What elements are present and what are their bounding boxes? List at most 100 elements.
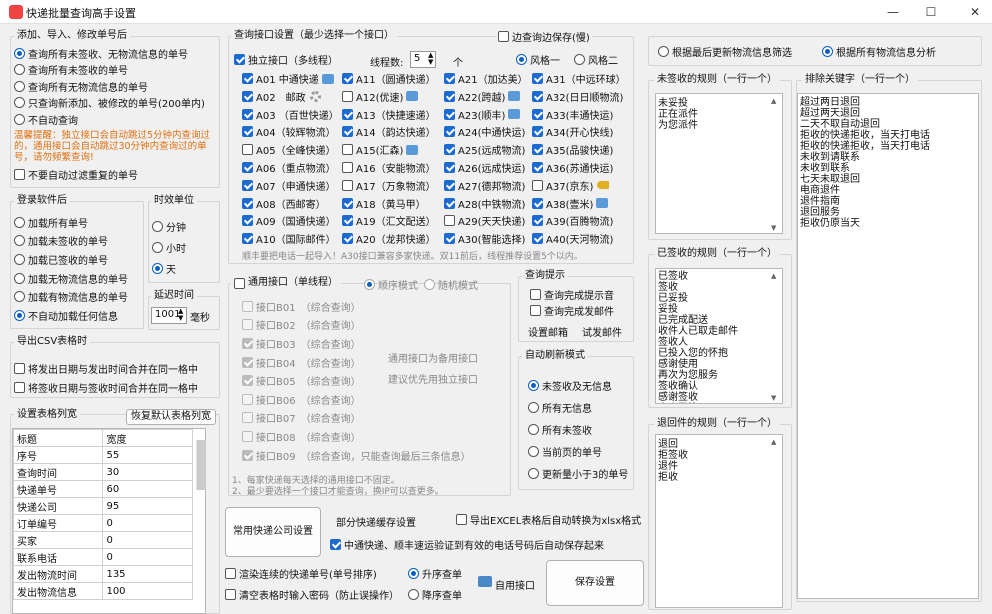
import-option[interactable]: 查询所有无物流信息的单号 <box>14 78 205 95</box>
width-cell[interactable]: 100 <box>102 582 193 600</box>
refresh-option[interactable]: 当前页的单号 <box>528 440 628 462</box>
login-option[interactable]: 加载未签收的单号 <box>14 232 128 251</box>
carrier-option[interactable]: A39(百腾物流) <box>532 212 613 229</box>
carrier-option[interactable]: A03 （百世快递） <box>242 106 339 123</box>
carrier-option[interactable]: A31（中远环球） <box>532 70 626 87</box>
checkbox[interactable] <box>530 305 541 316</box>
general-api-checkbox[interactable]: 通用接口（单线程） <box>231 276 341 290</box>
table-row[interactable]: 快递单号 60 <box>13 480 193 498</box>
carrier-option[interactable]: A11（圆通快递） <box>342 70 436 87</box>
radio[interactable] <box>14 47 25 59</box>
checkbox[interactable] <box>242 73 253 84</box>
import-option[interactable]: 不自动查询 <box>14 111 205 128</box>
checkbox[interactable] <box>242 356 253 368</box>
excel-convert-checkbox[interactable]: 导出EXCEL表格后自动转换为xlsx格式 <box>456 511 641 528</box>
gear-icon[interactable] <box>309 90 321 102</box>
desc-radio[interactable]: 降序查单 <box>408 586 462 603</box>
maximize-button[interactable]: ☐ <box>918 2 944 22</box>
checkbox[interactable] <box>242 126 253 138</box>
checkbox[interactable] <box>234 54 245 65</box>
checkbox[interactable] <box>242 233 253 245</box>
checkbox[interactable] <box>342 108 353 120</box>
signed-rules-textarea[interactable]: 已签收 签收 已妥投 妥投 已完成配送 收件人已取走邮件 签收人 已投入您的怀抱… <box>655 268 783 404</box>
save-button[interactable]: 保存设置 <box>546 560 644 606</box>
checkbox[interactable] <box>532 73 543 84</box>
radio[interactable] <box>152 263 163 274</box>
radio[interactable] <box>14 113 25 125</box>
checkbox[interactable] <box>242 162 253 173</box>
checkbox[interactable] <box>342 144 353 156</box>
cache-phone-checkbox[interactable]: 中通快递、顺丰速运验证到有效的电话号码后自动保存起来 <box>330 536 604 553</box>
checkbox[interactable] <box>532 162 543 173</box>
returned-rules-textarea[interactable]: 退回 拒签收 退件 拒收 <box>655 434 783 608</box>
general-api-option[interactable]: 接口B09 （综合查询，只能查询最后三条信息） <box>242 446 471 465</box>
time-unit-option[interactable]: 天 <box>152 258 186 279</box>
carrier-option[interactable]: A08（西邮寄） <box>242 195 326 212</box>
csv-option[interactable]: 将发出日期与发出时间合并在同一格中 <box>14 359 198 378</box>
reset-widths-button[interactable]: 恢复默认表格列宽 <box>126 409 216 425</box>
scroll-up-icon[interactable]: ▲ <box>771 97 776 105</box>
carrier-option[interactable]: A22(跨越) <box>444 88 521 105</box>
carrier-option[interactable]: A26(远成快运) <box>444 159 525 176</box>
time-unit-option[interactable]: 小时 <box>152 237 186 258</box>
carrier-option[interactable]: A07（申通快递） <box>242 177 336 194</box>
radio[interactable] <box>424 279 435 290</box>
checkbox[interactable] <box>532 144 543 156</box>
carrier-option[interactable]: A36(苏通快运) <box>532 159 613 176</box>
checkbox[interactable] <box>444 197 455 209</box>
carrier-option[interactable]: A27(德邦物流) <box>444 177 525 194</box>
radio[interactable] <box>14 309 25 321</box>
csv-option[interactable]: 将签收日期与签收时间合并在同一格中 <box>14 378 198 397</box>
sequential-mode-radio[interactable]: 顺序模式 <box>364 276 418 293</box>
general-api-option[interactable]: 接口B07 （综合查询） <box>242 409 471 428</box>
radio[interactable] <box>408 568 419 579</box>
style-one-radio[interactable]: 风格一 <box>516 51 560 68</box>
width-cell[interactable]: 0 <box>102 531 193 549</box>
login-option[interactable]: 加载已签收的单号 <box>14 250 128 269</box>
carrier-option[interactable]: A30(智能选择) <box>444 230 525 247</box>
checkbox[interactable] <box>444 108 455 120</box>
checkbox[interactable] <box>225 589 236 600</box>
width-cell[interactable]: 60 <box>102 480 193 498</box>
radio[interactable] <box>152 242 163 253</box>
checkbox[interactable] <box>242 393 253 405</box>
checkbox[interactable] <box>242 430 253 442</box>
ticket-icon[interactable] <box>508 91 521 102</box>
checkbox[interactable] <box>225 568 236 579</box>
table-row[interactable]: 快递公司 95 <box>13 497 193 515</box>
checkbox[interactable] <box>242 108 253 120</box>
checkbox[interactable] <box>234 277 245 289</box>
checkbox[interactable] <box>532 215 543 227</box>
carrier-option[interactable]: A18（黄马甲） <box>342 195 426 212</box>
general-api-option[interactable]: 接口B08 （综合查询） <box>242 427 471 446</box>
threads-spin-arrows[interactable]: ▲ ▼ <box>428 52 433 66</box>
width-cell[interactable]: 135 <box>102 565 193 583</box>
independent-checkbox[interactable]: 独立接口（多线程） <box>234 51 338 68</box>
width-cell[interactable]: 55 <box>102 446 193 464</box>
radio[interactable] <box>14 64 25 76</box>
checkbox[interactable] <box>242 375 253 387</box>
checkbox[interactable] <box>342 90 353 102</box>
general-api-option[interactable]: 接口B06 （综合查询） <box>242 390 471 409</box>
width-cell[interactable]: 0 <box>102 548 193 566</box>
radio[interactable] <box>528 401 539 413</box>
carrier-option[interactable]: A34(开心快线) <box>532 123 613 140</box>
ticket-icon[interactable] <box>406 91 419 102</box>
import-option[interactable]: 只查询新添加、被修改的单号(200单内) <box>14 95 205 112</box>
radio[interactable] <box>516 54 527 65</box>
carrier-option[interactable]: A05（全峰快递） <box>242 141 336 158</box>
checkbox[interactable] <box>532 197 543 209</box>
import-option[interactable]: 查询所有未签收的单号 <box>14 62 205 79</box>
set-mail-link[interactable]: 设置邮箱 <box>528 324 568 339</box>
radio[interactable] <box>14 291 25 303</box>
style-two-radio[interactable]: 风格二 <box>574 51 618 68</box>
checkbox[interactable] <box>444 162 455 173</box>
table-row[interactable]: 订单编号 0 <box>13 514 193 532</box>
ticket-icon[interactable] <box>406 144 419 155</box>
carrier-option[interactable]: A12(优速) <box>342 88 419 105</box>
refresh-option[interactable]: 所有无信息 <box>528 396 628 418</box>
radio[interactable] <box>152 221 163 232</box>
ticket-icon[interactable] <box>508 109 521 120</box>
carrier-option[interactable]: A04（较辉物流） <box>242 123 336 140</box>
close-button[interactable]: ✕ <box>962 2 988 22</box>
